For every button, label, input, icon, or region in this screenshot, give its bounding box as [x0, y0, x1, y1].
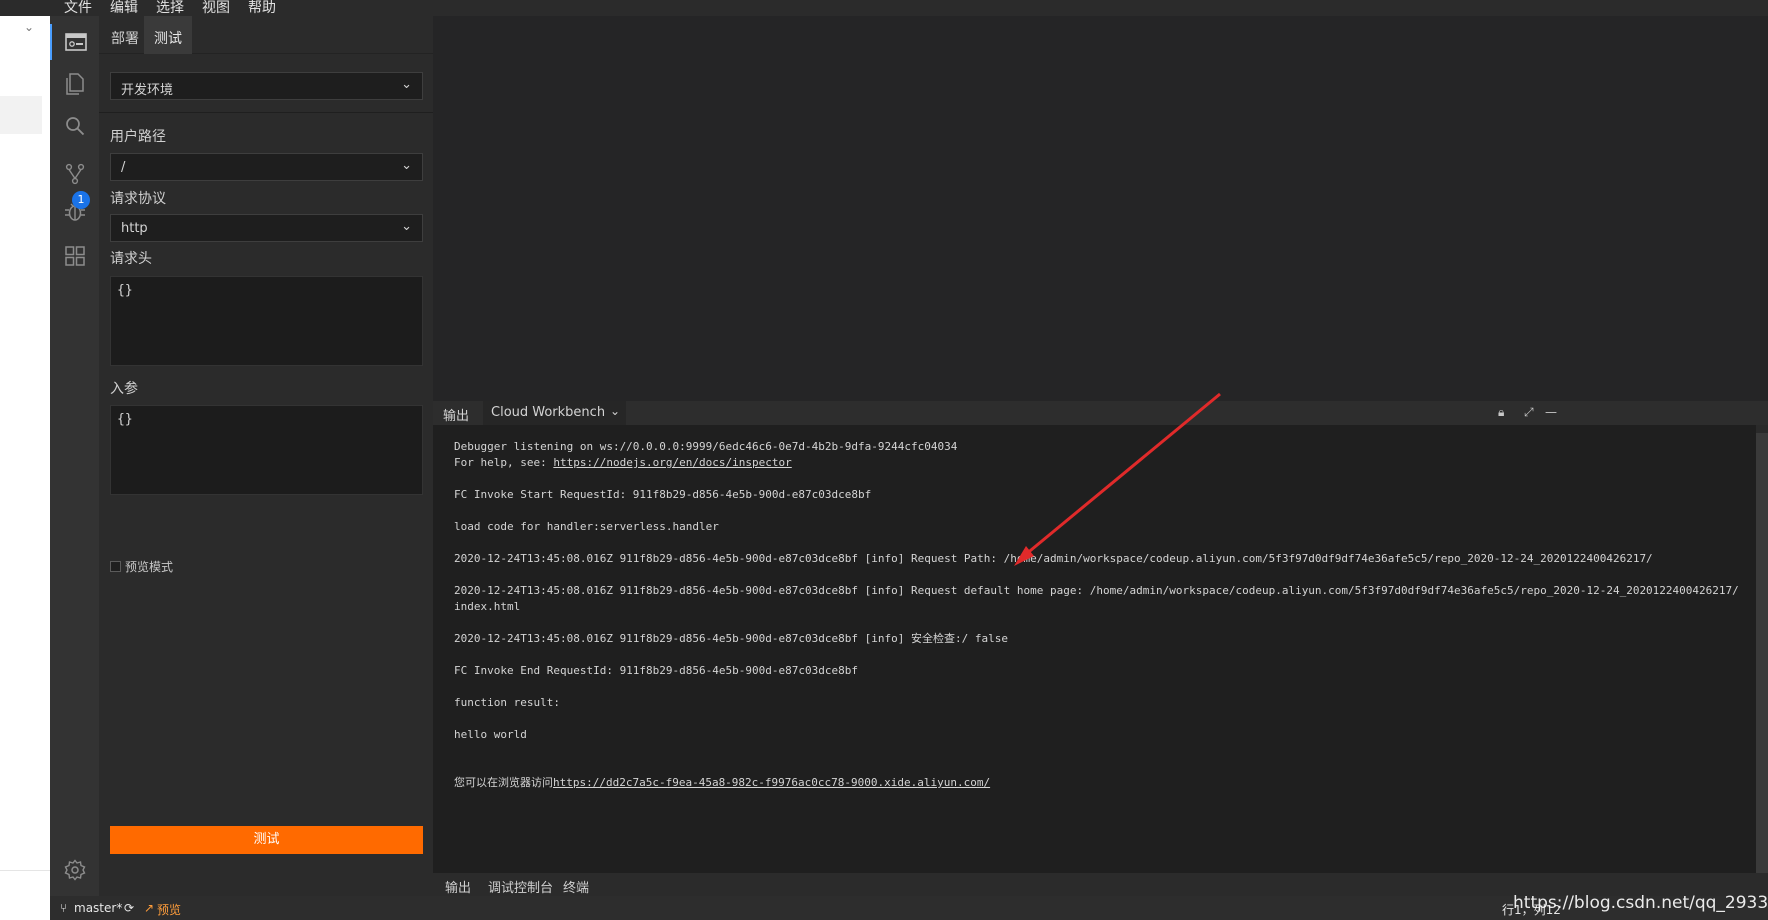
watermark: https://blog.csdn.net/qq_29339467 [1513, 893, 1768, 913]
branch-name[interactable]: master* [74, 901, 122, 915]
log-line: function result: [454, 696, 560, 709]
external-link-icon: ↗ [144, 901, 155, 915]
activity-bar [50, 16, 99, 896]
scrollbar-thumb[interactable] [1756, 433, 1768, 873]
environment-value: 开发环境 [121, 83, 174, 98]
help-link[interactable]: https://nodejs.org/en/docs/inspector [553, 456, 791, 469]
params-value: {} [117, 412, 133, 427]
headers-editor[interactable]: {} [110, 276, 423, 366]
log-line: 您可以在浏览器访问https://dd2c7a5c-f9ea-45a8-982c… [454, 776, 991, 789]
extensions-icon [64, 246, 85, 266]
activity-files[interactable] [50, 66, 99, 102]
visit-link[interactable]: https://dd2c7a5c-f9ea-45a8-982c-f9976ac0… [553, 776, 990, 789]
output-panel: 输出 Cloud Workbench ⌄ 🔒︎ ⤢ — Debugger lis… [433, 401, 1768, 873]
preview-mode-label: 预览模式 [125, 560, 174, 574]
chevron-down-icon[interactable]: ⌄ [24, 20, 34, 34]
chevron-down-icon: ⌄ [401, 219, 412, 234]
outer-selected-row[interactable] [0, 96, 42, 134]
activity-settings[interactable] [50, 852, 99, 888]
protocol-value: http [121, 221, 148, 236]
log-line: load code for handler:serverless.handler [454, 520, 719, 533]
menu-edit[interactable]: 编辑 [110, 0, 138, 17]
activity-extensions[interactable] [50, 238, 99, 274]
output-header: 输出 Cloud Workbench ⌄ 🔒︎ ⤢ — [433, 401, 1768, 425]
output-channel-select[interactable]: Cloud Workbench ⌄ [483, 401, 626, 425]
deploy-icon [64, 33, 87, 51]
menu-help[interactable]: 帮助 [248, 0, 276, 17]
log-line: Debugger listening on ws://0.0.0.0:9999/… [454, 440, 958, 453]
output-log: Debugger listening on ws://0.0.0.0:9999/… [454, 439, 1754, 791]
source-control-icon [65, 163, 84, 185]
outer-sidebar: ⌄ [0, 16, 50, 920]
files-icon [65, 73, 84, 95]
output-title: 输出 [443, 409, 470, 424]
menu-file[interactable]: 文件 [64, 0, 92, 17]
maximize-icon[interactable]: ⤢ [1524, 405, 1534, 420]
user-path-label: 用户路径 [110, 129, 166, 145]
editor-area[interactable] [433, 16, 1768, 401]
chevron-down-icon: ⌄ [610, 404, 621, 418]
output-channel-value: Cloud Workbench [491, 405, 606, 420]
log-line: index.html [454, 600, 521, 613]
lock-icon[interactable]: 🔒︎ [1498, 405, 1504, 420]
tab-debug-console[interactable]: 调试控制台 [488, 877, 553, 896]
headers-label: 请求头 [110, 251, 152, 267]
chevron-down-icon: ⌄ [401, 158, 412, 173]
log-line: For help, see: https://nodejs.org/en/doc… [454, 456, 792, 469]
divider [0, 870, 50, 871]
divider [99, 112, 433, 113]
checkbox-box[interactable] [110, 561, 121, 572]
tab-terminal[interactable]: 终端 [563, 877, 589, 896]
log-line: FC Invoke Start RequestId: 911f8b29-d856… [454, 488, 872, 501]
minimize-icon[interactable]: — [1545, 405, 1557, 419]
activity-search[interactable] [50, 108, 99, 144]
log-line: 2020-12-24T13:45:08.016Z 911f8b29-d856-4… [454, 552, 1653, 565]
environment-select[interactable]: 开发环境 ⌄ [110, 72, 423, 100]
user-path-select[interactable]: / ⌄ [110, 153, 423, 181]
protocol-select[interactable]: http ⌄ [110, 214, 423, 242]
menu-select[interactable]: 选择 [156, 0, 184, 17]
search-icon [65, 117, 84, 136]
activity-deploy[interactable] [50, 24, 99, 60]
menu-bar: 文件 编辑 选择 视图 帮助 [0, 0, 1768, 16]
scrollbar[interactable] [1756, 425, 1768, 873]
chevron-down-icon: ⌄ [401, 77, 412, 92]
log-line: 2020-12-24T13:45:08.016Z 911f8b29-d856-4… [454, 584, 1739, 597]
user-path-value: / [121, 160, 126, 175]
activity-source-control[interactable] [50, 156, 99, 192]
branch-icon: ⑂ [60, 901, 68, 915]
sync-icon[interactable]: ⟳ [124, 901, 134, 915]
source-control-badge: 1 [72, 191, 90, 209]
status-bar: ⑂ master* ⟳ ↗ 预览 行1，列12 [50, 896, 1768, 920]
menu-view[interactable]: 视图 [202, 0, 230, 17]
log-line: 2020-12-24T13:45:08.016Z 911f8b29-d856-4… [454, 632, 1008, 645]
tab-deploy[interactable]: 部署 [111, 28, 139, 48]
gear-icon [64, 859, 85, 881]
protocol-label: 请求协议 [110, 191, 166, 207]
preview-mode-checkbox[interactable]: 预览模式 [110, 558, 173, 575]
tab-test[interactable]: 测试 [144, 16, 192, 54]
log-line: FC Invoke End RequestId: 911f8b29-d856-4… [454, 664, 858, 677]
params-label: 入参 [110, 381, 138, 397]
params-editor[interactable]: {} [110, 405, 423, 495]
log-line: hello world [454, 728, 527, 741]
preview-link[interactable]: 预览 [157, 901, 181, 918]
test-button[interactable]: 测试 [110, 826, 423, 854]
test-panel: 部署 测试 开发环境 ⌄ 用户路径 / ⌄ 请求协议 http ⌄ 请求头 {}… [99, 16, 433, 896]
panel-tabs: 部署 测试 [99, 16, 433, 54]
headers-value: {} [117, 283, 133, 298]
